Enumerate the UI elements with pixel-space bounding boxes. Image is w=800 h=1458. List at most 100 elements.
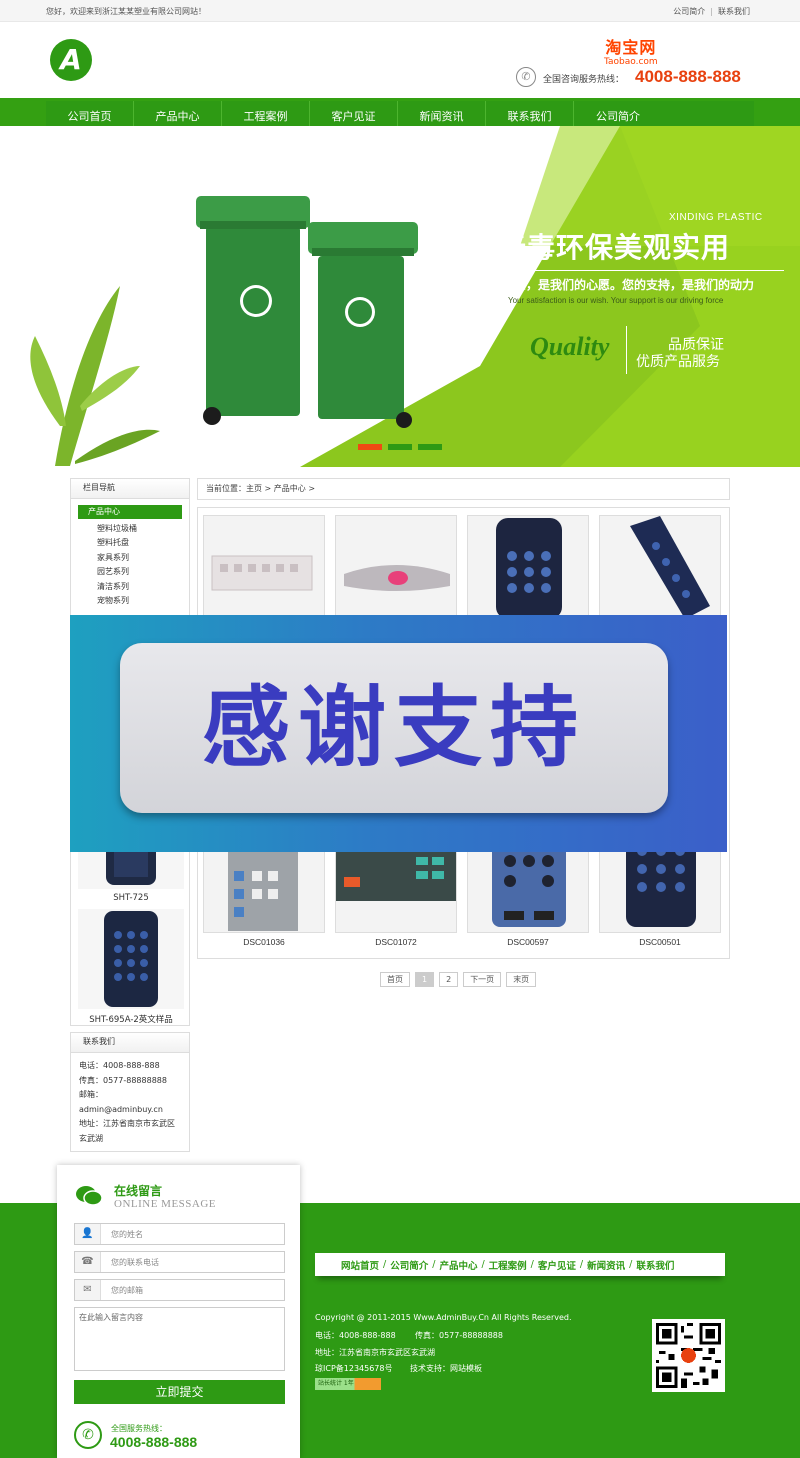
- mail-icon: ✉: [75, 1280, 101, 1300]
- product-card[interactable]: [599, 515, 721, 618]
- pagination: 首页 1 2 下一页 末页: [380, 972, 537, 987]
- phone-placeholder: 您的联系电话: [111, 1258, 159, 1267]
- message-form: 在线留言 ONLINE MESSAGE 👤 您的姓名 ☎ 您的联系电话 ✉ 您的…: [57, 1165, 300, 1458]
- product-card[interactable]: [335, 515, 457, 618]
- top-bar: 您好，欢迎来到浙江某某塑业有限公司网站！ 公司简介 | 联系我们: [0, 0, 800, 22]
- contact-fax: 传真：0577-88888888: [79, 1075, 167, 1085]
- product-card[interactable]: [467, 515, 589, 618]
- contact-email[interactable]: admin@adminbuy.cn: [79, 1103, 181, 1118]
- hotline-number: 4008-888-888: [635, 67, 741, 86]
- banner-subtitle: 您的满意，是我们的心愿。您的支持，是我们的动力: [478, 278, 755, 292]
- pager-last[interactable]: 末页: [506, 972, 537, 987]
- site-logo[interactable]: A: [50, 39, 92, 81]
- product-image[interactable]: [599, 515, 721, 618]
- product-caption[interactable]: DSC01072: [335, 937, 457, 947]
- banner-quality: Quality: [530, 332, 610, 361]
- sidebar-contact: 联系我们 电话：4008-888-888 传真：0577-88888888 邮箱…: [70, 1032, 190, 1152]
- sidebar-item-pets[interactable]: 宠物系列: [71, 594, 189, 608]
- slide-dot-2[interactable]: [388, 444, 412, 450]
- footer-nav-home[interactable]: 网站首页: [341, 1258, 379, 1272]
- footer-nav-about[interactable]: 公司简介: [390, 1258, 428, 1272]
- sidebar-item-trash-bins[interactable]: 塑料垃圾桶: [71, 522, 189, 536]
- footer-nav-news[interactable]: 新闻资讯: [587, 1258, 625, 1272]
- email-field[interactable]: ✉ 您的邮箱: [74, 1279, 285, 1301]
- banner-brand: XINDING PLASTIC: [669, 212, 763, 223]
- message-title: 在线留言: [114, 1184, 163, 1198]
- message-subtitle: ONLINE MESSAGE: [114, 1198, 217, 1210]
- sidebar-item-cleaning[interactable]: 清洁系列: [71, 580, 189, 594]
- chat-icon: [76, 1186, 103, 1206]
- banner-divider: [474, 270, 784, 271]
- footer-nav-products[interactable]: 产品中心: [439, 1258, 477, 1272]
- product-caption[interactable]: DSC00597: [467, 937, 589, 947]
- footer-icp[interactable]: 琼ICP备12345678号: [315, 1363, 393, 1374]
- footer-nav-contact[interactable]: 联系我们: [636, 1258, 674, 1272]
- taobao-logo-cn: 淘宝网: [605, 38, 657, 57]
- footer-nav-cases[interactable]: 工程案例: [489, 1258, 527, 1272]
- taobao-logo-en: Taobao.com: [604, 57, 658, 67]
- pager-page-1[interactable]: 1: [415, 972, 435, 987]
- contact-phone: 电话：4008-888-888: [79, 1061, 160, 1070]
- sidebar-item-furniture[interactable]: 家具系列: [71, 551, 189, 565]
- name-field[interactable]: 👤 您的姓名: [74, 1223, 285, 1245]
- user-icon: 👤: [75, 1224, 101, 1244]
- sidebar-product-caption[interactable]: SHT-725: [78, 893, 184, 903]
- welcome-text: 您好，欢迎来到浙江某某塑业有限公司网站！: [46, 7, 206, 16]
- slide-indicators: [358, 444, 442, 450]
- thanks-panel: 感谢支持: [120, 643, 668, 813]
- footer-phone: 电话：4008-888-888: [315, 1331, 396, 1340]
- phone-icon: ✆: [516, 67, 536, 87]
- footer-address: 地址：江苏省南京市玄武区玄武湖: [315, 1348, 435, 1357]
- product-image[interactable]: [203, 515, 325, 618]
- slide-dot-1[interactable]: [358, 444, 382, 450]
- top-link-about[interactable]: 公司简介: [673, 7, 705, 16]
- footer-nav-testimonials[interactable]: 客户见证: [538, 1258, 576, 1272]
- message-content-field[interactable]: 在此输入留言内容: [74, 1307, 285, 1371]
- pager-first[interactable]: 首页: [380, 972, 410, 987]
- sidebar-contact-title: 联系我们: [71, 1033, 189, 1053]
- email-placeholder: 您的邮箱: [111, 1286, 143, 1295]
- product-caption[interactable]: DSC01036: [203, 937, 325, 947]
- sidebar-nav-title: 栏目导航: [71, 479, 189, 499]
- slide-dot-3[interactable]: [418, 444, 442, 450]
- sidebar-product[interactable]: SHT-695A-2英文样品: [78, 909, 184, 1025]
- product-image[interactable]: [335, 515, 457, 618]
- top-link-contact[interactable]: 联系我们: [718, 7, 750, 16]
- sidebar-item-pallets[interactable]: 塑料托盘: [71, 536, 189, 550]
- banner-quality-line2: 优质产品服务: [636, 354, 720, 370]
- banner-subtitle-en: Your satisfaction is our wish. Your supp…: [508, 296, 724, 305]
- qr-code: [652, 1319, 725, 1392]
- breadcrumb: 当前位置：主页 > 产品中心 >: [197, 478, 730, 500]
- banner-vertical-divider: [626, 326, 627, 374]
- submit-button[interactable]: 立即提交: [74, 1380, 285, 1404]
- banner-title: 无毒环保美观实用: [498, 231, 731, 264]
- thanks-overlay: 感谢支持: [70, 615, 727, 852]
- pager-next[interactable]: 下一页: [463, 972, 502, 987]
- service-hotline-number: 4008-888-888: [110, 1434, 198, 1450]
- pager-page-2[interactable]: 2: [439, 972, 459, 987]
- banner[interactable]: XINDING PLASTIC 无毒环保美观实用 您的满意，是我们的心愿。您的支…: [0, 126, 800, 467]
- header: A 淘宝网 Taobao.com ✆ 全国咨询服务热线： 4008-888-88…: [0, 22, 800, 98]
- sidebar-item-products[interactable]: 产品中心: [78, 505, 182, 519]
- contact-address-cont: 玄武湖: [79, 1133, 103, 1143]
- telephone-icon: ☎: [75, 1252, 101, 1272]
- thanks-text: 感谢支持: [201, 676, 586, 779]
- sidebar-product-image[interactable]: [78, 909, 184, 1009]
- taobao-logo[interactable]: 淘宝网 Taobao.com: [604, 34, 658, 67]
- product-image[interactable]: [467, 515, 589, 618]
- sidebar-product-caption[interactable]: SHT-695A-2英文样品: [78, 1013, 184, 1025]
- hotline-label: 全国咨询服务热线：: [543, 75, 625, 85]
- product-caption[interactable]: DSC00501: [599, 937, 721, 947]
- top-links: 公司简介 | 联系我们: [673, 7, 750, 16]
- contact-email-label: 邮箱：: [79, 1090, 103, 1099]
- sidebar-item-gardening[interactable]: 园艺系列: [71, 565, 189, 579]
- footer-support[interactable]: 技术支持：网站模板: [410, 1363, 482, 1374]
- name-placeholder: 您的姓名: [111, 1230, 143, 1239]
- footer-nav: 网站首页 / 公司简介 / 产品中心 / 工程案例 / 客户见证 / 新闻资讯 / 联系我们: [315, 1253, 725, 1276]
- footer-copyright: Copyright @ 2011-2015 Www.AdminBuy.Cn Al…: [315, 1313, 572, 1322]
- phone-field[interactable]: ☎ 您的联系电话: [74, 1251, 285, 1273]
- stats-badge[interactable]: 站长统计 1年: [315, 1378, 381, 1390]
- contact-address: 地址：江苏省南京市玄武区: [79, 1119, 175, 1128]
- product-card[interactable]: [203, 515, 325, 618]
- service-hotline-label: 全国服务热线：: [111, 1424, 167, 1433]
